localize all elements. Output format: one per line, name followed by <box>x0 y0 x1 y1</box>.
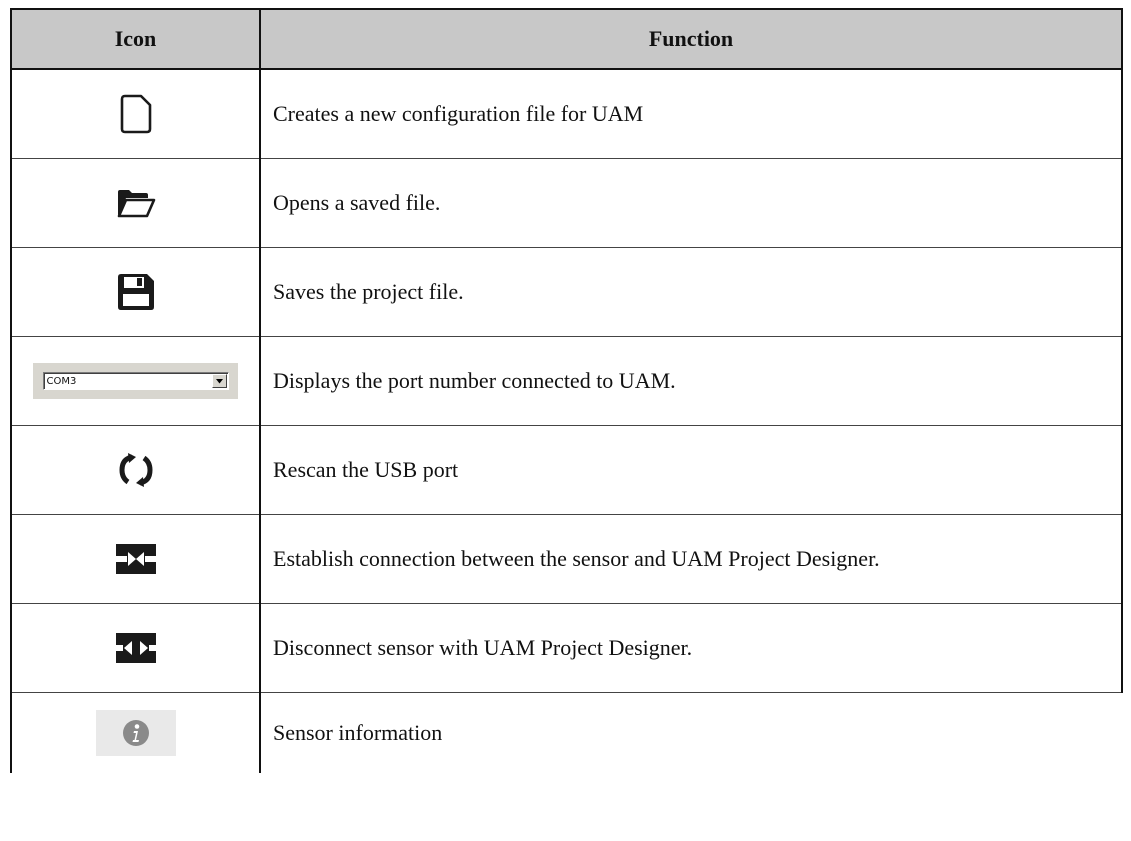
icon-cell <box>10 158 261 248</box>
connect-icon <box>115 544 156 574</box>
com-port-dropdown: COM3 <box>33 363 238 399</box>
function-text: Creates a new configuration file for UAM <box>260 69 1123 159</box>
function-text: Rescan the USB port <box>260 425 1123 515</box>
table-row: COM3 Displays the port number connected … <box>10 336 1123 426</box>
dropdown-arrow-icon <box>211 374 227 388</box>
new-file-icon <box>120 94 152 134</box>
icon-cell <box>10 692 261 773</box>
disconnect-icon <box>115 633 156 663</box>
info-icon <box>95 710 176 756</box>
header-icon: Icon <box>10 8 261 70</box>
table-row: Rescan the USB port <box>10 425 1123 515</box>
icon-cell <box>10 69 261 159</box>
function-text: Disconnect sensor with UAM Project Desig… <box>260 603 1123 693</box>
function-text: Saves the project file. <box>260 247 1123 337</box>
icon-cell <box>10 514 261 604</box>
icon-cell <box>10 425 261 515</box>
icon-function-table: Icon Function Creates a new configuratio… <box>10 8 1123 773</box>
save-disk-icon <box>116 272 156 312</box>
icon-cell <box>10 603 261 693</box>
table-row: Creates a new configuration file for UAM <box>10 69 1123 159</box>
com-port-field: COM3 <box>42 372 229 390</box>
table-row: Sensor information <box>10 692 1122 773</box>
table-row: Disconnect sensor with UAM Project Desig… <box>10 603 1123 693</box>
header-function: Function <box>260 8 1123 70</box>
table-row: Saves the project file. <box>10 247 1123 337</box>
table-header-row: Icon Function <box>10 8 1123 70</box>
table-row: Establish connection between the sensor … <box>10 514 1123 604</box>
function-text: Displays the port number connected to UA… <box>260 336 1123 426</box>
icon-cell: COM3 <box>10 336 261 426</box>
function-text: Sensor information <box>273 720 443 745</box>
function-text: Opens a saved file. <box>260 158 1123 248</box>
rescan-icon <box>116 453 156 487</box>
open-folder-icon <box>116 188 156 218</box>
function-text: Establish connection between the sensor … <box>260 514 1123 604</box>
icon-cell <box>10 247 261 337</box>
table-row: Opens a saved file. <box>10 158 1123 248</box>
com-port-value: COM3 <box>46 376 77 387</box>
